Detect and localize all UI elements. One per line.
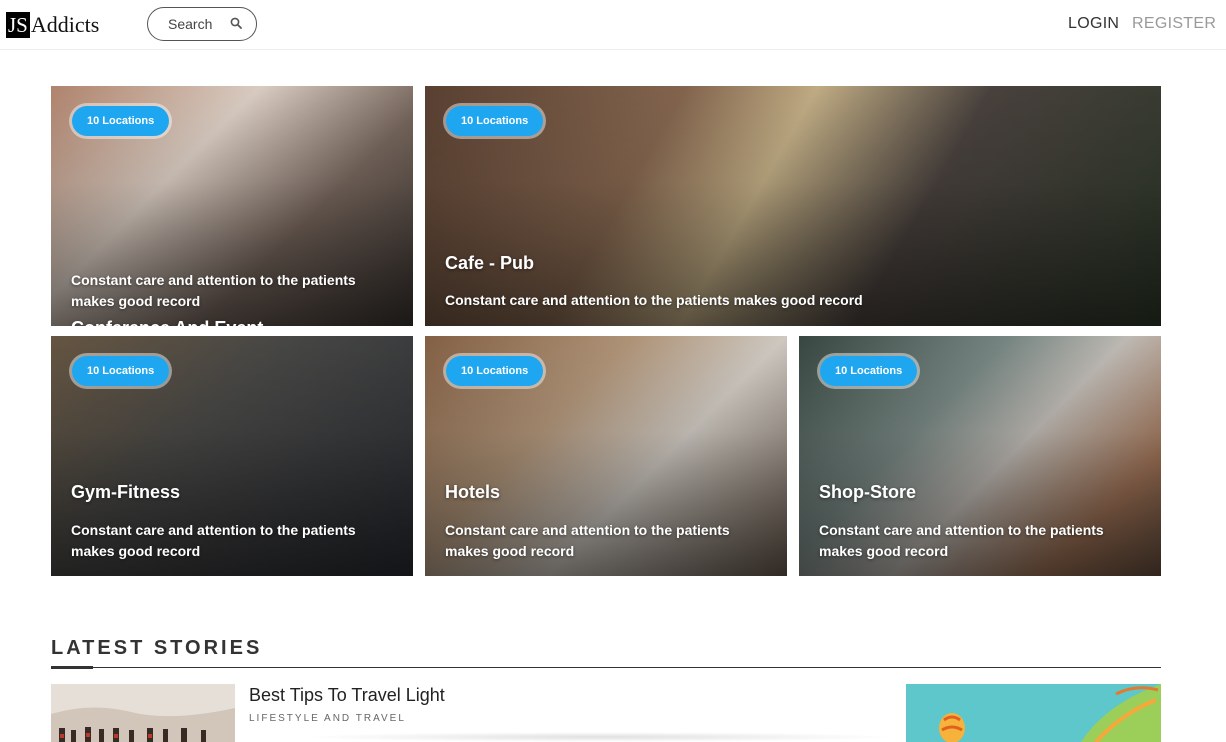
locations-badge-label: 10 Locations — [820, 356, 918, 386]
card-description: Constant care and attention to the patie… — [445, 522, 730, 559]
logo-wordmark: Addicts — [30, 12, 100, 37]
balloon-illustration — [906, 684, 1161, 742]
story-title[interactable]: Best Tips To Travel Light — [249, 685, 445, 706]
locations-badge: 10 Locations — [443, 353, 547, 389]
category-card-hotels[interactable]: 10 Locations Hotels Constant care and at… — [425, 336, 787, 576]
search-box[interactable] — [147, 7, 257, 41]
category-card-cafe-pub[interactable]: 10 Locations Cafe - Pub Constant care an… — [425, 86, 1161, 326]
locations-badge-label: 10 Locations — [446, 356, 544, 386]
story-category[interactable]: LIFESTYLE AND TRAVEL — [249, 713, 406, 724]
section-divider-accent — [51, 666, 93, 669]
register-link[interactable]: REGISTER — [1132, 15, 1216, 33]
story-thumbnail[interactable] — [51, 684, 235, 742]
featured-story-image[interactable] — [906, 684, 1161, 742]
scroll-indicator-shadow — [300, 732, 900, 742]
card-description: Constant care and attention to the patie… — [819, 522, 1104, 559]
card-description: Constant care and attention to the patie… — [71, 522, 356, 559]
category-card-gym-fitness[interactable]: 10 Locations Gym-Fitness Constant care a… — [51, 336, 413, 576]
locations-badge: 10 Locations — [69, 353, 173, 389]
card-title: Hotels — [445, 482, 501, 502]
card-description: Constant care and attention to the patie… — [445, 292, 863, 308]
logo-js-mark: JS — [6, 12, 30, 38]
locations-badge-label: 10 Locations — [72, 356, 170, 386]
locations-badge: 10 Locations — [817, 353, 921, 389]
locations-badge: 10 Locations — [69, 103, 173, 139]
section-divider — [51, 667, 1161, 668]
story-thumbnail-image — [51, 684, 235, 742]
category-card-conference[interactable]: 10 Locations Conference And Event Consta… — [51, 86, 413, 326]
card-title: Conference And Event — [71, 318, 263, 326]
locations-badge-label: 10 Locations — [446, 106, 544, 136]
category-card-shop-store[interactable]: 10 Locations Shop-Store Constant care an… — [799, 336, 1161, 576]
login-link[interactable]: LOGIN — [1068, 15, 1119, 33]
site-logo[interactable]: JS Addicts — [6, 12, 99, 38]
top-navbar: JS Addicts LOGIN REGISTER — [0, 0, 1226, 50]
locations-badge: 10 Locations — [443, 103, 547, 139]
search-icon[interactable] — [230, 17, 242, 29]
card-title: Shop-Store — [819, 482, 916, 502]
card-title: Gym-Fitness — [71, 482, 181, 502]
latest-stories-heading: LATEST STORIES — [51, 637, 263, 659]
locations-badge-label: 10 Locations — [72, 106, 170, 136]
search-input[interactable] — [168, 16, 232, 32]
card-title: Cafe - Pub — [445, 253, 535, 273]
card-description: Constant care and attention to the patie… — [71, 272, 356, 309]
